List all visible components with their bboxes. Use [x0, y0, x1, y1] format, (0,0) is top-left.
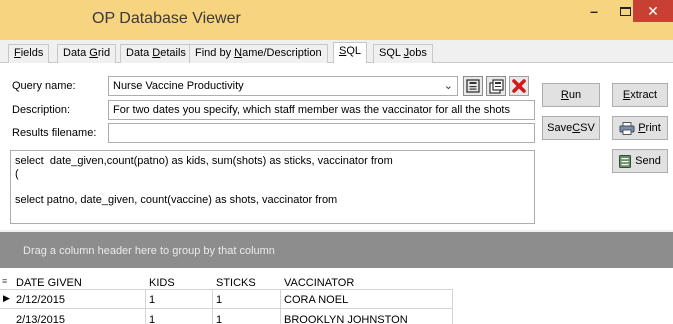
tab-find-by-name[interactable]: Find by Name/Description [189, 44, 328, 63]
current-row-indicator-icon: ▶ [3, 293, 10, 303]
run-button[interactable]: Run [542, 83, 600, 107]
query-name-value: Nurse Vaccine Productivity [113, 80, 244, 92]
sql-line: ( [15, 168, 19, 180]
grid-line [0, 308, 452, 309]
table-cell[interactable]: 1 [216, 294, 222, 306]
send-button[interactable]: Send [612, 149, 668, 173]
grid-line [0, 289, 452, 290]
grid-line [280, 289, 281, 324]
tab-fields[interactable]: Fields [8, 44, 50, 63]
printer-icon [619, 121, 635, 135]
tab-sql-jobs[interactable]: SQL Jobs [373, 44, 433, 63]
grid-line [212, 289, 213, 324]
save-icon [466, 79, 480, 93]
sql-line: select patno, date_given, count(vaccine)… [15, 194, 338, 206]
results-filename-field[interactable] [108, 123, 535, 143]
table-cell[interactable]: 2/12/2015 [16, 294, 65, 306]
close-button[interactable]: ✕ [633, 0, 673, 22]
tab-strip: Fields Data Grid Data Details Find by Na… [0, 42, 673, 64]
sql-panel: Query name: Nurse Vaccine Productivity ⌄… [0, 63, 673, 230]
tab-data-grid[interactable]: Data Grid [57, 44, 117, 63]
column-header-sticks[interactable]: STICKS [216, 277, 256, 289]
description-label: Description: [12, 104, 71, 116]
delete-x-icon [512, 79, 526, 93]
minimize-button[interactable]: – [580, 0, 608, 22]
sql-line [15, 181, 530, 194]
sql-editor[interactable]: select date_given,count(patno) as kids, … [10, 150, 535, 224]
save-csv-button[interactable]: Save C SV [542, 116, 600, 140]
table-cell[interactable]: 1 [149, 294, 155, 306]
save-as-query-button[interactable] [486, 76, 506, 96]
results-filename-label: Results filename: [12, 127, 97, 139]
table-cell[interactable]: BROOKLYN JOHNSTON [284, 314, 408, 324]
chevron-down-icon[interactable]: ⌄ [444, 79, 453, 92]
column-header-kids[interactable]: KIDS [149, 277, 175, 289]
close-icon: ✕ [647, 2, 659, 19]
save-as-icon [488, 78, 504, 94]
column-header-date-given[interactable]: DATE GIVEN [16, 277, 82, 289]
table-cell[interactable]: 2/13/2015 [16, 314, 65, 324]
table-cell[interactable]: 1 [149, 314, 155, 324]
title-bar: OP Database Viewer – ✕ [0, 0, 673, 40]
group-by-bar[interactable]: Drag a column header here to group by th… [0, 232, 673, 268]
column-header-vaccinator[interactable]: VACCINATOR [284, 277, 354, 289]
column-chooser-icon[interactable]: ≡ [2, 276, 7, 286]
table-cell[interactable]: 1 [216, 314, 222, 324]
window-title: OP Database Viewer [92, 10, 241, 27]
sql-line: select date_given,count(patno) as kids, … [15, 155, 393, 167]
maximize-icon [619, 6, 631, 16]
save-query-button[interactable] [463, 76, 483, 96]
tab-sql[interactable]: SQL [333, 42, 368, 64]
group-by-hint: Drag a column header here to group by th… [23, 245, 275, 257]
grid-line [452, 289, 453, 324]
results-grid[interactable]: ≡ DATE GIVEN KIDS STICKS VACCINATOR ▶ 2/… [0, 268, 673, 324]
send-icon [619, 154, 632, 168]
query-name-label: Query name: [12, 80, 76, 92]
grid-line [145, 289, 146, 324]
tab-data-details[interactable]: Data Details [120, 44, 192, 63]
delete-query-button[interactable] [509, 76, 529, 96]
extract-button[interactable]: Extract [612, 83, 668, 107]
table-cell[interactable]: CORA NOEL [284, 294, 348, 306]
description-field[interactable]: For two dates you specify, which staff m… [108, 100, 535, 120]
query-name-combo[interactable]: Nurse Vaccine Productivity ⌄ [108, 76, 458, 96]
print-button[interactable]: Print [612, 116, 668, 140]
